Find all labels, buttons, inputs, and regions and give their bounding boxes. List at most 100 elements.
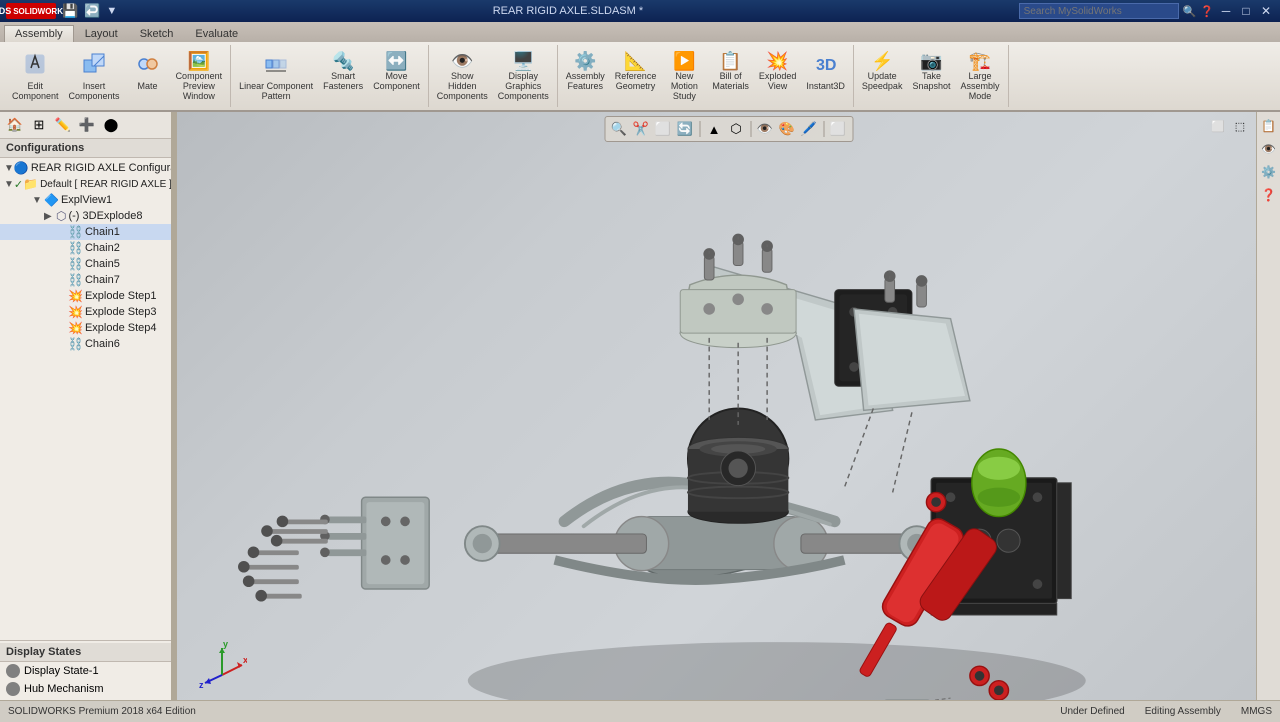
show-hidden-button[interactable]: 👁️ ShowHiddenComponents	[433, 50, 492, 103]
step3-icon: 💥	[68, 305, 83, 319]
display-graphics-icon: 🖥️	[512, 52, 534, 70]
tab-layout[interactable]: Layout	[74, 25, 129, 42]
tree-chain6[interactable]: ⛓️ Chain6	[0, 336, 171, 352]
vp-split-vert-button[interactable]: ⬜	[1208, 116, 1228, 136]
reference-geometry-button[interactable]: 📐 ReferenceGeometry	[611, 50, 661, 103]
svg-text:x: x	[243, 655, 247, 665]
step4-icon: 💥	[68, 321, 83, 335]
new-motion-label: NewMotionStudy	[671, 71, 698, 101]
linear-pattern-button[interactable]: Linear ComponentPattern	[235, 50, 317, 103]
tab-assembly[interactable]: Assembly	[4, 25, 74, 42]
vp-appearance-button[interactable]: 🎨	[777, 119, 797, 139]
search-icon[interactable]: 🔍	[1183, 5, 1197, 18]
quick-access-undo[interactable]: ↩️	[84, 3, 100, 19]
tab-sketch[interactable]: Sketch	[129, 25, 185, 42]
chain7-label: Chain7	[85, 274, 120, 286]
vp-split-horiz-button[interactable]: ⬚	[1230, 116, 1250, 136]
insert-components-icon	[82, 52, 106, 80]
vp-view-settings-button[interactable]: ⬜	[828, 119, 848, 139]
tree-3dexplode8[interactable]: ▶ ⬡ (-) 3DExplode8	[0, 208, 171, 224]
3dexplode8-expander[interactable]: ▶	[44, 211, 56, 222]
display-states-section: Display States Display State-1 Hub Mecha…	[0, 640, 171, 700]
new-motion-button[interactable]: ▶️ NewMotionStudy	[662, 50, 706, 103]
update-speedpak-button[interactable]: ⚡ UpdateSpeedpak	[858, 50, 907, 103]
config-check-icon: ✓	[14, 178, 23, 191]
vp-window-button[interactable]: ⬜	[653, 119, 673, 139]
display-graphics-button[interactable]: 🖥️ DisplayGraphicsComponents	[494, 50, 553, 103]
instant3d-icon: 3D	[814, 52, 838, 80]
rs-help-button[interactable]: ❓	[1259, 185, 1279, 205]
instant3d-button[interactable]: 3D Instant3D	[802, 50, 849, 103]
vp-orient-button[interactable]: ▲	[704, 119, 724, 139]
vp-sep-2	[750, 121, 751, 137]
smart-fasteners-button[interactable]: 🔩 SmartFasteners	[319, 50, 367, 103]
insert-components-button[interactable]: InsertComponents	[65, 50, 124, 103]
display-state-1[interactable]: Display State-1	[0, 662, 171, 680]
minimize-button[interactable]: ─	[1218, 3, 1234, 19]
vp-zoom-button[interactable]: 🔍	[609, 119, 629, 139]
bill-of-materials-button[interactable]: 📋 Bill ofMaterials	[708, 50, 753, 103]
chain6-icon: ⛓️	[68, 337, 83, 351]
assembly-features-button[interactable]: ⚙️ AssemblyFeatures	[562, 50, 609, 103]
tree-default-config[interactable]: ▼ ✓ 📁 Default [ REAR RIGID AXLE ]	[0, 176, 171, 192]
right-sidebar: 📋 👁️ ⚙️ ❓	[1256, 112, 1280, 700]
explview1-expander[interactable]: ▼	[32, 195, 44, 206]
mate-button[interactable]: Mate	[126, 50, 170, 103]
vp-scene-button[interactable]: 🖊️	[799, 119, 819, 139]
help-icon[interactable]: ❓	[1200, 5, 1214, 18]
3dexplode8-icon: ⬡	[56, 209, 66, 223]
3dexplode8-label: (-) 3DExplode8	[68, 210, 142, 222]
sidebar-add-button[interactable]: ➕	[76, 114, 98, 136]
default-config-expander[interactable]: ▼	[4, 179, 14, 190]
tree-chain2[interactable]: ⛓️ Chain2	[0, 240, 171, 256]
tab-evaluate[interactable]: Evaluate	[184, 25, 249, 42]
edit-component-button[interactable]: EditComponent	[8, 50, 63, 103]
rs-settings-button[interactable]: ⚙️	[1259, 162, 1279, 182]
exploded-view-button[interactable]: 💥 ExplodedView	[755, 50, 801, 103]
ribbon-group-assembly: ⚙️ AssemblyFeatures 📐 ReferenceGeometry …	[558, 45, 854, 107]
tree-explode-step1[interactable]: 💥 Explode Step1	[0, 288, 171, 304]
root-expander[interactable]: ▼	[4, 163, 14, 174]
svg-text:y: y	[223, 640, 228, 649]
sidebar-grid-button[interactable]: ⊞	[28, 114, 50, 136]
rs-view-button[interactable]: 👁️	[1259, 139, 1279, 159]
configurations-heading: Configurations	[0, 139, 171, 158]
viewport[interactable]: 🔍 ✂️ ⬜ 🔄 ▲ ⬡ 👁️ 🎨 🖊️ ⬜ ⬜ ⬚ ⤢	[177, 112, 1280, 700]
new-motion-icon: ▶️	[673, 52, 695, 70]
vp-hide-show-button[interactable]: 👁️	[755, 119, 775, 139]
move-component-button[interactable]: ↔️ MoveComponent	[369, 50, 424, 103]
take-snapshot-icon: 📷	[920, 52, 942, 70]
coordinate-axis: x y z	[197, 640, 237, 680]
display-graphics-label: DisplayGraphicsComponents	[498, 71, 549, 101]
sidebar-settings-button[interactable]: ⬤	[100, 114, 122, 136]
svg-text:3D: 3D	[816, 57, 836, 74]
large-assembly-icon: 🏗️	[969, 52, 991, 70]
tree-chain7[interactable]: ⛓️ Chain7	[0, 272, 171, 288]
root-label: REAR RIGID AXLE Configuration(s)	[31, 162, 171, 174]
tree-chain5[interactable]: ⛓️ Chain5	[0, 256, 171, 272]
vp-select-button[interactable]: ✂️	[631, 119, 651, 139]
large-assembly-button[interactable]: 🏗️ LargeAssemblyMode	[956, 50, 1003, 103]
take-snapshot-button[interactable]: 📷 TakeSnapshot	[908, 50, 954, 103]
component-preview-button[interactable]: 🖼️ ComponentPreviewWindow	[172, 50, 227, 103]
search-input[interactable]	[1019, 3, 1179, 19]
restore-button[interactable]: □	[1238, 3, 1254, 19]
tree-root[interactable]: ▼ 🔵 REAR RIGID AXLE Configuration(s)	[0, 160, 171, 176]
vp-display-style-button[interactable]: ⬡	[726, 119, 746, 139]
vp-rotate-button[interactable]: 🔄	[675, 119, 695, 139]
sidebar-edit-button[interactable]: ✏️	[52, 114, 74, 136]
assembly-3d-view[interactable]	[177, 140, 1280, 700]
tree-explode-step3[interactable]: 💥 Explode Step3	[0, 304, 171, 320]
tree-chain1[interactable]: ⛓️ Chain1	[0, 224, 171, 240]
viewport-toolbar: 🔍 ✂️ ⬜ 🔄 ▲ ⬡ 👁️ 🎨 🖊️ ⬜	[604, 116, 853, 142]
rs-prop-button[interactable]: 📋	[1259, 116, 1279, 136]
tree-explode-step4[interactable]: 💥 Explode Step4	[0, 320, 171, 336]
edit-component-icon	[23, 52, 47, 80]
display-state-hub[interactable]: Hub Mechanism	[0, 680, 171, 698]
quick-access-options[interactable]: ▼	[106, 5, 117, 17]
close-button[interactable]: ✕	[1258, 3, 1274, 19]
sidebar-home-button[interactable]: 🏠	[4, 114, 26, 136]
exploded-view-label: ExplodedView	[759, 71, 797, 91]
quick-access-save[interactable]: 💾	[62, 3, 78, 19]
tree-explview1[interactable]: ▼ 🔷 ExplView1	[0, 192, 171, 208]
